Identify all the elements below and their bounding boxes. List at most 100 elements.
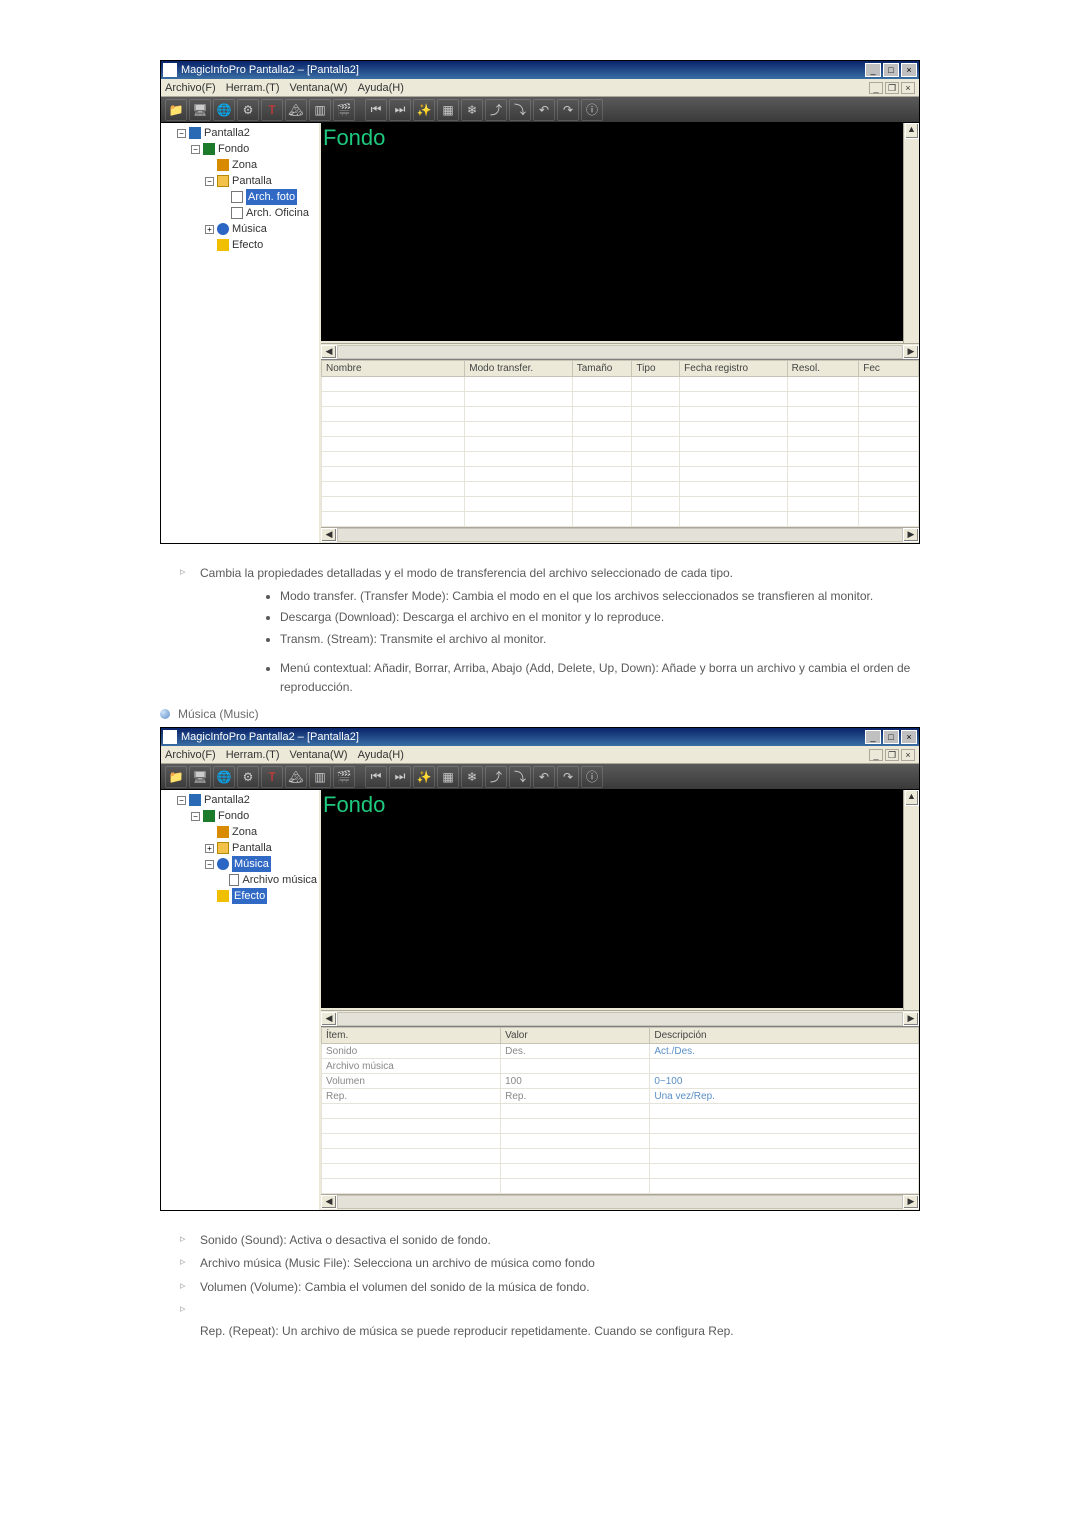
expand-toggle[interactable]: −: [177, 129, 186, 138]
tree-efecto[interactable]: Efecto: [232, 888, 267, 904]
info-icon[interactable]: ⓘ: [581, 99, 603, 121]
col-desc[interactable]: Descripción: [650, 1028, 919, 1044]
tree-fondo[interactable]: Fondo: [218, 141, 249, 157]
tree-zona[interactable]: Zona: [232, 824, 257, 840]
mountain-icon[interactable]: 🏔: [285, 99, 307, 121]
menu-file[interactable]: Archivo(F): [165, 749, 216, 761]
mdi-close-button[interactable]: ×: [901, 82, 915, 94]
expand-toggle[interactable]: +: [205, 844, 214, 853]
mdi-restore-button[interactable]: ❐: [885, 749, 899, 761]
table-row[interactable]: SonidoDes.Act./Des.: [322, 1044, 919, 1059]
tree-musica[interactable]: Música: [232, 221, 267, 237]
col-modo[interactable]: Modo transfer.: [465, 361, 572, 377]
col-resol[interactable]: Resol.: [787, 361, 859, 377]
minimize-button[interactable]: _: [865, 63, 881, 77]
table-row[interactable]: Volumen1000~100: [322, 1074, 919, 1089]
table-row[interactable]: [322, 497, 919, 512]
table-row[interactable]: [322, 1164, 919, 1179]
tree-root[interactable]: Pantalla2: [204, 792, 250, 808]
col-tamano[interactable]: Tamaño: [572, 361, 632, 377]
redo-icon[interactable]: ↷: [557, 99, 579, 121]
end-icon[interactable]: ⏭: [389, 99, 411, 121]
table-row[interactable]: [322, 1179, 919, 1194]
page-icon[interactable]: ▥: [309, 766, 331, 788]
grid-scrollbar[interactable]: ◀▶: [321, 527, 919, 543]
screen-icon[interactable]: 🖥: [189, 99, 211, 121]
mdi-close-button[interactable]: ×: [901, 749, 915, 761]
menu-window[interactable]: Ventana(W): [290, 749, 348, 761]
col-tipo[interactable]: Tipo: [632, 361, 680, 377]
table-row[interactable]: [322, 1149, 919, 1164]
expand-toggle[interactable]: −: [177, 796, 186, 805]
col-fec[interactable]: Fec: [859, 361, 919, 377]
folder-icon[interactable]: 📁: [165, 766, 187, 788]
maximize-button[interactable]: □: [883, 63, 899, 77]
close-button[interactable]: ×: [901, 730, 917, 744]
menu-tools[interactable]: Herram.(T): [226, 749, 280, 761]
col-nombre[interactable]: Nombre: [322, 361, 465, 377]
menu-file[interactable]: Archivo(F): [165, 82, 216, 94]
wand-icon[interactable]: ✨: [413, 99, 435, 121]
tree-zona[interactable]: Zona: [232, 157, 257, 173]
up-arrow-icon[interactable]: ⤴: [485, 766, 507, 788]
tree-pantalla[interactable]: Pantalla: [232, 173, 272, 189]
expand-toggle[interactable]: +: [205, 225, 214, 234]
horizontal-scrollbar[interactable]: ◀▶: [321, 343, 919, 359]
text-icon[interactable]: T: [261, 99, 283, 121]
calendar-icon[interactable]: ▦: [437, 766, 459, 788]
menu-window[interactable]: Ventana(W): [290, 82, 348, 94]
tree-archivo-musica[interactable]: Archivo música: [242, 872, 317, 888]
end-icon[interactable]: ⏭: [389, 766, 411, 788]
col-valor[interactable]: Valor: [501, 1028, 650, 1044]
table-row[interactable]: [322, 407, 919, 422]
expand-toggle[interactable]: −: [205, 177, 214, 186]
table-row[interactable]: [322, 1104, 919, 1119]
table-row[interactable]: [322, 377, 919, 392]
table-row[interactable]: [322, 1134, 919, 1149]
menu-help[interactable]: Ayuda(H): [358, 749, 404, 761]
tree-musica[interactable]: Música: [232, 856, 271, 872]
maximize-button[interactable]: □: [883, 730, 899, 744]
tree-pantalla[interactable]: Pantalla: [232, 840, 272, 856]
globe-icon[interactable]: 🌐: [213, 766, 235, 788]
table-row[interactable]: [322, 467, 919, 482]
snowflake-icon[interactable]: ❄: [461, 99, 483, 121]
wand-icon[interactable]: ✨: [413, 766, 435, 788]
tree-efecto[interactable]: Efecto: [232, 237, 263, 253]
menu-tools[interactable]: Herram.(T): [226, 82, 280, 94]
snowflake-icon[interactable]: ❄: [461, 766, 483, 788]
down-arrow-icon[interactable]: ⤵: [509, 99, 531, 121]
menu-help[interactable]: Ayuda(H): [358, 82, 404, 94]
down-arrow-icon[interactable]: ⤵: [509, 766, 531, 788]
text-icon[interactable]: T: [261, 766, 283, 788]
tree-arch-oficina[interactable]: Arch. Oficina: [246, 205, 309, 221]
clapper-icon[interactable]: 🎬: [333, 766, 355, 788]
table-row[interactable]: Archivo música: [322, 1059, 919, 1074]
expand-toggle[interactable]: −: [205, 860, 214, 869]
table-row[interactable]: [322, 482, 919, 497]
page-icon[interactable]: ▥: [309, 99, 331, 121]
expand-toggle[interactable]: −: [191, 145, 200, 154]
col-fecha[interactable]: Fecha registro: [680, 361, 787, 377]
info-icon[interactable]: ⓘ: [581, 766, 603, 788]
expand-toggle[interactable]: −: [191, 812, 200, 821]
close-button[interactable]: ×: [901, 63, 917, 77]
mdi-restore-button[interactable]: ❐: [885, 82, 899, 94]
table-row[interactable]: [322, 392, 919, 407]
table-row[interactable]: [322, 452, 919, 467]
undo-icon[interactable]: ↶: [533, 99, 555, 121]
clapper-icon[interactable]: 🎬: [333, 99, 355, 121]
grid-scrollbar[interactable]: ◀▶: [321, 1194, 919, 1210]
mdi-minimize-button[interactable]: _: [869, 749, 883, 761]
rewind-icon[interactable]: ⏮: [365, 766, 387, 788]
redo-icon[interactable]: ↷: [557, 766, 579, 788]
screen-icon[interactable]: 🖥: [189, 766, 211, 788]
config-icon[interactable]: ⚙: [237, 99, 259, 121]
mountain-icon[interactable]: 🏔: [285, 766, 307, 788]
config-icon[interactable]: ⚙: [237, 766, 259, 788]
vertical-scrollbar[interactable]: ▲: [903, 123, 919, 343]
vertical-scrollbar[interactable]: ▲: [903, 790, 919, 1010]
table-row[interactable]: Rep.Rep.Una vez/Rep.: [322, 1089, 919, 1104]
minimize-button[interactable]: _: [865, 730, 881, 744]
calendar-icon[interactable]: ▦: [437, 99, 459, 121]
